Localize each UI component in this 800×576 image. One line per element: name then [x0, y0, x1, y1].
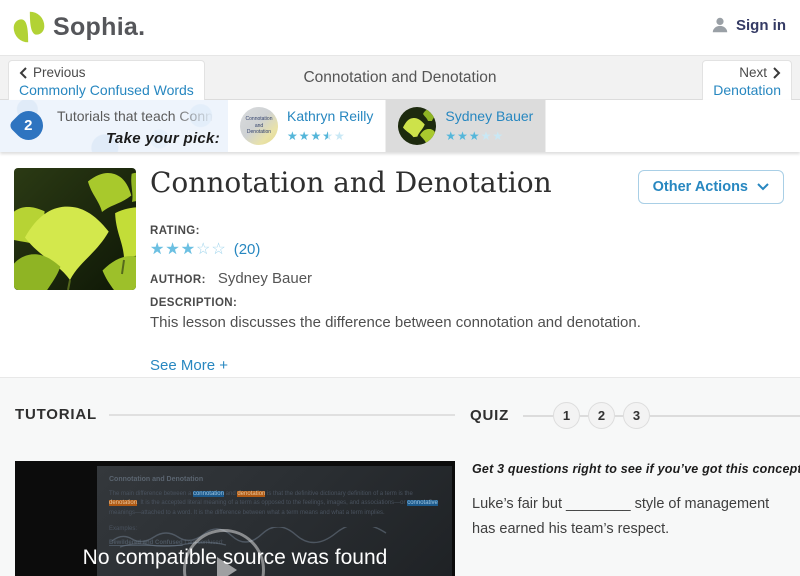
- quiz-tagline: Get 3 questions right to see if you’ve g…: [472, 462, 800, 476]
- star-rating: ☆☆☆☆☆ ★★★★★: [150, 241, 227, 258]
- author-card-kathryn-reilly[interactable]: Connotation and Denotation Kathryn Reill…: [228, 100, 387, 152]
- lesson-thumbnail: [14, 168, 136, 290]
- quiz-progress-line: [580, 414, 589, 417]
- chevron-down-icon: [757, 183, 769, 191]
- rating-count-link[interactable]: (20): [234, 241, 261, 258]
- picker-tagline: Take your pick:: [106, 130, 220, 147]
- picker-heading: Tutorials that teach Connotation: [57, 108, 217, 124]
- picker-intro-panel: 2 Tutorials that teach Connotation Take …: [0, 100, 228, 152]
- quiz-column: QUIZ 1 2 3 Get 3 questions right to see …: [470, 402, 800, 537]
- quiz-heading: QUIZ: [470, 407, 510, 424]
- video-error-message: No compatible source was found: [82, 546, 388, 569]
- author-label: AUTHOR:: [150, 274, 206, 286]
- quiz-step-2[interactable]: 2: [588, 402, 616, 429]
- stars-fill: ★★★★★: [445, 129, 481, 142]
- page-title: Connotation and Denotation: [303, 69, 497, 86]
- brand-text: Sophia.: [53, 12, 146, 41]
- author-card-sydney-bauer[interactable]: Sydney Bauer ★★★★★ ★★★★★: [386, 100, 547, 152]
- ginkgo-leaves-image: [14, 168, 136, 290]
- tutorial-heading: TUTORIAL: [15, 406, 97, 423]
- slide-paragraph: The main difference between a connotatio…: [109, 491, 438, 516]
- rating-label: RATING:: [150, 225, 200, 237]
- tutorial-column: TUTORIAL Connotation and Denotation The …: [15, 406, 455, 576]
- quiz-progress-line: [650, 414, 800, 417]
- stars-fill: ★★★★★: [150, 241, 197, 258]
- person-icon: [712, 17, 728, 33]
- quiz-step-3[interactable]: 3: [623, 402, 651, 429]
- picker-strip-spacer: [546, 100, 800, 152]
- description-text: This lesson discusses the difference bet…: [150, 314, 641, 331]
- description-label: DESCRIPTION:: [150, 297, 238, 309]
- next-lesson-title: Denotation: [713, 81, 781, 98]
- lesson-summary: Other Actions Connotation and Denotation…: [0, 152, 800, 377]
- stars-fill: ★★★★★: [287, 129, 328, 142]
- slide-title: Connotation and Denotation: [109, 476, 204, 483]
- star-rating: ★★★★★ ★★★★★: [445, 130, 504, 142]
- author-avatar: Connotation and Denotation: [240, 107, 278, 145]
- quiz-question: Luke’s fair but ________ style of manage…: [472, 496, 770, 538]
- author-name: Sydney Bauer: [445, 107, 534, 124]
- video-player[interactable]: Connotation and Denotation The main diff…: [15, 461, 455, 576]
- tutorial-divider: [108, 413, 455, 416]
- ginkgo-leaves-avatar-image: [398, 107, 437, 145]
- tutorial-count: 2: [24, 117, 33, 134]
- tutorial-picker-strip: 2 Tutorials that teach Connotation Take …: [0, 100, 800, 152]
- avatar-mini-text: Connotation and Denotation: [245, 116, 273, 136]
- lesson-nav-bar: Previous Commonly Confused Words Connota…: [0, 55, 800, 105]
- author-name: Sydney Bauer: [217, 270, 313, 287]
- next-lesson-link[interactable]: Next Denotation: [702, 60, 792, 105]
- star-rating: ★★★★★ ★★★★★: [287, 130, 346, 142]
- quiz-progress-line: [523, 414, 554, 417]
- author-name: Kathryn Reilly: [287, 107, 374, 124]
- author-avatar: [398, 107, 437, 145]
- quiz-progress-line: [615, 414, 624, 417]
- next-label: Next: [739, 65, 767, 80]
- chevron-right-icon: [773, 67, 781, 80]
- sophia-logo[interactable]: Sophia.: [12, 10, 145, 44]
- quiz-step-1[interactable]: 1: [553, 402, 581, 429]
- other-actions-label: Other Actions: [652, 179, 748, 195]
- sign-in-label: Sign in: [736, 16, 786, 34]
- top-header: Sophia. Sign in: [0, 0, 800, 55]
- tutorial-quiz-section: TUTORIAL Connotation and Denotation The …: [0, 377, 800, 576]
- tutorial-count-badge: 2: [7, 104, 50, 147]
- sophia-logo-icon: [13, 11, 45, 43]
- other-actions-button[interactable]: Other Actions: [637, 170, 784, 204]
- sign-in-button[interactable]: Sign in: [711, 16, 786, 34]
- see-more-link[interactable]: See More +: [150, 357, 228, 374]
